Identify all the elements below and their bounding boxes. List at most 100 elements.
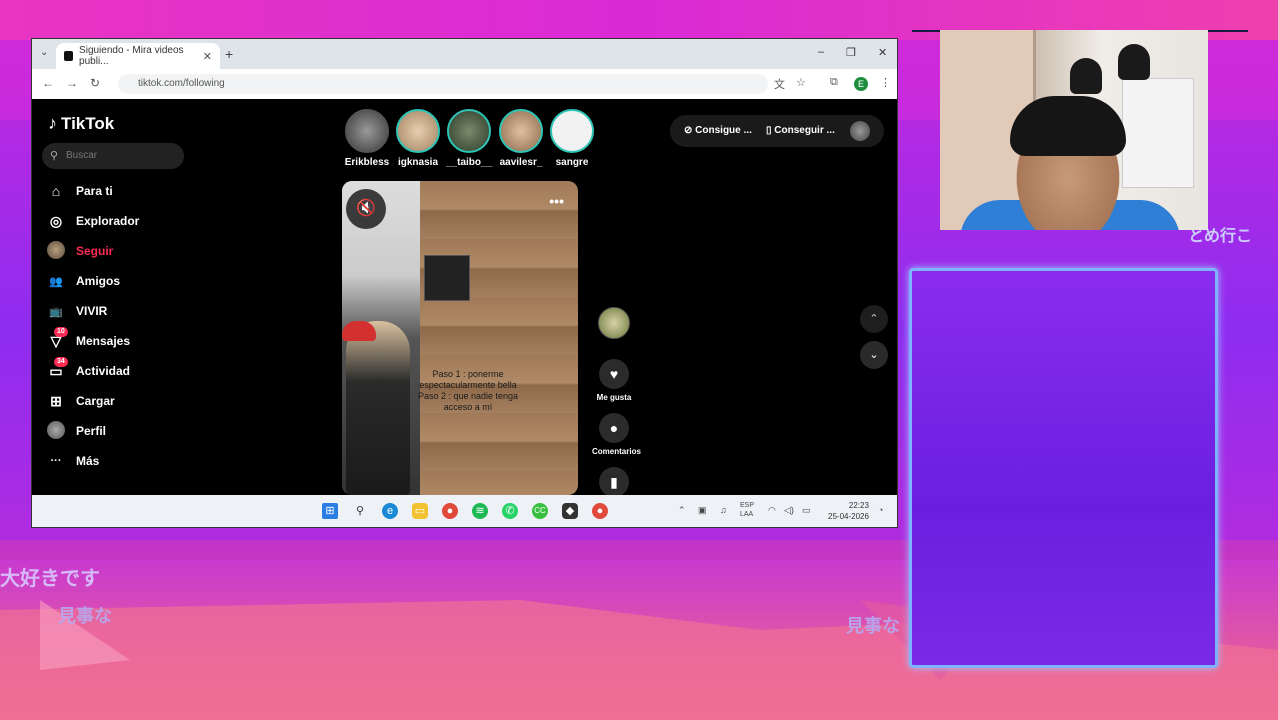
video-caption-overlay: Paso 1 : ponerme espectacularmente bella… xyxy=(417,369,519,412)
activity-badge: 34 xyxy=(54,356,68,367)
story-item[interactable]: Erikbless xyxy=(344,109,390,168)
heart-icon: ♥ xyxy=(599,359,629,389)
webcam-paper xyxy=(1122,78,1194,188)
creator-avatar[interactable] xyxy=(598,307,630,339)
like-button[interactable]: ♥ Me gusta xyxy=(592,359,636,402)
spotify-icon[interactable]: ≋ xyxy=(472,503,488,519)
reload-icon[interactable]: ↻ xyxy=(90,76,100,90)
back-arrow-icon[interactable]: ← xyxy=(42,76,54,90)
sidebar-item-amigos[interactable]: 👥 Amigos xyxy=(46,269,120,293)
video-more-options-icon[interactable]: ••• xyxy=(549,193,564,209)
browser-tab[interactable]: Siguiendo - Mira videos publi... ✕ xyxy=(56,43,220,69)
bookmark-star-icon[interactable]: ☆ xyxy=(796,76,806,89)
user-avatar[interactable] xyxy=(850,121,870,141)
sidebar-item-vivir[interactable]: 📺 VIVIR xyxy=(46,299,107,323)
roblox-icon[interactable]: ◆ xyxy=(562,503,578,519)
sidebar-item-mensajes[interactable]: ▽ 10 Mensajes xyxy=(46,326,130,353)
edge-browser-icon[interactable]: e xyxy=(382,503,398,519)
bookmark-icon: ▮ xyxy=(599,467,629,495)
get-app-button[interactable]: ▯ Conseguir ... xyxy=(756,119,845,143)
browser-window: ⌄ Siguiendo - Mira videos publi... ✕ + –… xyxy=(31,38,898,528)
sidebar-item-perfil[interactable]: Perfil xyxy=(46,419,106,443)
sidebar-item-para-ti[interactable]: ⌂ Para ti xyxy=(46,179,113,203)
profile-avatar-icon[interactable]: E xyxy=(854,77,868,91)
story-avatar xyxy=(447,109,491,153)
chrome-active-icon[interactable]: ● xyxy=(592,503,608,519)
story-item[interactable]: __taibo__ xyxy=(446,109,492,168)
notification-bell-icon[interactable]: ◔ xyxy=(878,505,883,515)
extension-icon[interactable]: ⧉ xyxy=(830,76,838,89)
windows-start-icon[interactable]: ⊞ xyxy=(322,503,338,519)
chrome-icon[interactable]: ● xyxy=(442,503,458,519)
search-icon[interactable]: ⚲ xyxy=(352,503,368,519)
volume-icon[interactable]: ◁) xyxy=(784,505,794,516)
maximize-button[interactable]: ❐ xyxy=(846,46,856,59)
tiktok-page: ♪ TikTok ⚲ Buscar ⌂ Para ti ◎ Explorador… xyxy=(32,99,897,495)
compass-icon: ◎ xyxy=(49,212,63,229)
translate-icon[interactable]: 文 xyxy=(774,76,785,92)
whatsapp-icon[interactable]: ✆ xyxy=(502,503,518,519)
close-window-button[interactable]: ✕ xyxy=(878,46,887,59)
story-item[interactable]: sangre xyxy=(549,109,595,168)
search-input[interactable]: ⚲ Buscar xyxy=(42,143,184,169)
story-name: sangre xyxy=(555,157,589,168)
sidebar-item-label: VIVIR xyxy=(76,304,108,318)
battery-icon[interactable]: ▭ xyxy=(802,505,811,516)
address-bar: ← → ↻ tiktok.com/following 文 ☆ ⧉ E ⋮ xyxy=(32,69,897,99)
search-placeholder: Buscar xyxy=(66,150,98,161)
microphone-icon[interactable]: ♫ xyxy=(720,505,727,515)
tab-close-icon[interactable]: ✕ xyxy=(203,50,212,63)
story-item[interactable]: igknasia xyxy=(395,109,441,168)
url-text: tiktok.com/following xyxy=(138,78,225,89)
next-video-button[interactable]: ⌄ xyxy=(860,341,888,369)
tiktok-favicon-icon xyxy=(64,51,74,61)
tray-app-icon[interactable]: ▣ xyxy=(698,505,707,516)
previous-video-button[interactable]: ⌃ xyxy=(860,305,888,333)
forward-arrow-icon[interactable]: → xyxy=(66,76,78,90)
like-label: Me gusta xyxy=(596,393,632,402)
story-name: aavilesr_ xyxy=(499,157,543,168)
sidebar-item-seguir[interactable]: Seguir xyxy=(46,239,113,263)
file-explorer-icon[interactable]: ▭ xyxy=(412,503,428,519)
video-player[interactable]: 🔇 ••• Paso 1 : ponerme espectacularmente… xyxy=(342,181,578,495)
sidebar-item-label: Amigos xyxy=(76,274,121,288)
menu-kebab-icon[interactable]: ⋮ xyxy=(880,76,891,89)
comments-button[interactable]: ● Comentarios xyxy=(592,413,641,456)
save-button[interactable]: ▮ xyxy=(592,467,636,495)
overlay-japanese-text-3: 見事な xyxy=(846,616,900,637)
sidebar-item-label: Más xyxy=(76,454,100,468)
profile-avatar-icon xyxy=(46,420,66,442)
story-item[interactable]: aavilesr_ xyxy=(498,109,544,168)
taskbar-clock[interactable]: 22:23 25-04-2026 xyxy=(828,500,869,522)
friends-icon: 👥 xyxy=(49,275,63,288)
cc-app-icon[interactable]: CC xyxy=(532,503,548,519)
tab-title: Siguiendo - Mira videos publi... xyxy=(79,45,184,67)
activity-icon: ▭ 34 xyxy=(46,356,68,380)
clock-date: 25-04-2026 xyxy=(828,512,869,521)
search-icon: ⚲ xyxy=(50,150,59,162)
tiktok-logo[interactable]: ♪ TikTok xyxy=(48,113,114,134)
sidebar-item-explorador[interactable]: ◎ Explorador xyxy=(46,209,139,233)
sidebar-item-label: Para ti xyxy=(76,184,113,198)
following-avatar-icon xyxy=(46,240,66,262)
sidebar-item-cargar[interactable]: ⊞ Cargar xyxy=(46,389,115,413)
overlay-japanese-text-1: 大好きです xyxy=(0,566,100,590)
sidebar-item-mas[interactable]: ··· Más xyxy=(46,449,100,473)
new-tab-plus-icon[interactable]: + xyxy=(225,46,233,62)
url-field[interactable]: tiktok.com/following xyxy=(118,74,768,94)
language-indicator[interactable]: ESP LAA xyxy=(740,501,754,519)
get-coins-button[interactable]: ⊘ Consigue ... xyxy=(674,119,762,143)
tab-search-chevron-icon[interactable]: ⌄ xyxy=(40,47,48,58)
sidebar-item-actividad[interactable]: ▭ 34 Actividad xyxy=(46,356,130,383)
live-tv-icon: 📺 xyxy=(49,305,63,318)
sidebar-item-label: Cargar xyxy=(76,394,115,408)
story-name: __taibo__ xyxy=(446,157,493,168)
webcam-person-hair xyxy=(1010,96,1126,156)
tray-chevron-icon[interactable]: ⌃ xyxy=(678,505,686,516)
story-name: igknasia xyxy=(397,157,439,168)
comments-label: Comentarios xyxy=(592,447,641,456)
minimize-button[interactable]: – xyxy=(818,46,824,58)
video-scene-cap xyxy=(342,321,376,341)
wifi-icon[interactable]: ◠ xyxy=(768,505,776,516)
mute-icon[interactable]: 🔇 xyxy=(346,189,386,229)
